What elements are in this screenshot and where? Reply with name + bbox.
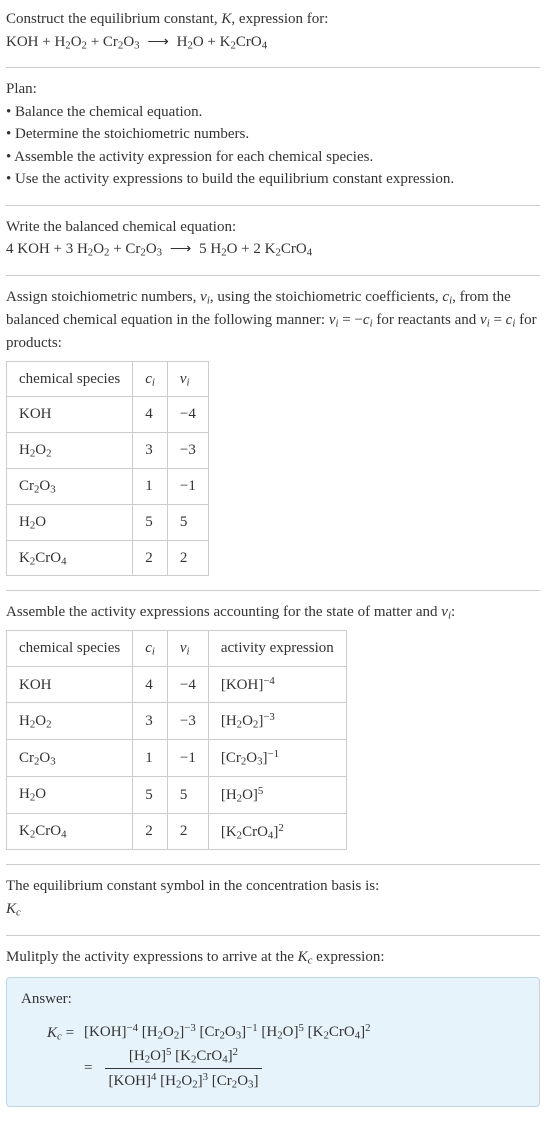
table-row: KOH4−4[KOH]−4 (7, 667, 347, 703)
table-header-row: chemical species ci νi activity expressi… (7, 631, 347, 667)
fraction-numerator: [H2O]5 [K2CrO4]2 (105, 1044, 263, 1069)
balanced-section: Write the balanced chemical equation: 4 … (6, 205, 540, 275)
table-row: K2CrO422[K2CrO4]2 (7, 813, 347, 850)
plan-heading: Plan: (6, 78, 540, 101)
balanced-heading: Write the balanced chemical equation: (6, 216, 540, 239)
page: Construct the equilibrium constant, K, e… (0, 0, 546, 1141)
col-ci: ci (133, 361, 168, 397)
col-vi: νi (167, 361, 208, 397)
intro-line1: Construct the equilibrium constant, K, e… (6, 8, 540, 31)
multiply-heading: Mulitply the activity expressions to arr… (6, 946, 540, 969)
symbol-section: The equilibrium constant symbol in the c… (6, 864, 540, 934)
activity-heading: Assemble the activity expressions accoun… (6, 601, 540, 624)
kc-expanded: [KOH]−4 [H2O2]−3 [Cr2O3]−1 [H2O]5 [K2CrO… (84, 1020, 371, 1044)
table-row: Cr2O31−1 (7, 468, 209, 504)
kc-expression: Kc = [KOH]−4 [H2O2]−3 [Cr2O3]−1 [H2O]5 [… (47, 1020, 525, 1092)
plan-section: Plan: • Balance the chemical equation. •… (6, 67, 540, 205)
col-activity: activity expression (208, 631, 346, 667)
plan-item: • Use the activity expressions to build … (6, 168, 540, 191)
kc-symbol: Kc = (47, 1020, 74, 1045)
table-row: H2O55[H2O]5 (7, 776, 347, 813)
plan-item: • Determine the stoichiometric numbers. (6, 123, 540, 146)
table-header-row: chemical species ci νi (7, 361, 209, 397)
stoich-section: Assign stoichiometric numbers, νi, using… (6, 275, 540, 590)
col-species: chemical species (7, 631, 133, 667)
table-row: H2O23−3[H2O2]−3 (7, 703, 347, 740)
plan-item: • Assemble the activity expression for e… (6, 146, 540, 169)
intro-section: Construct the equilibrium constant, K, e… (6, 8, 540, 67)
col-ci: ci (133, 631, 168, 667)
symbol-heading: The equilibrium constant symbol in the c… (6, 875, 540, 898)
fraction-denominator: [KOH]4 [H2O2]3 [Cr2O3] (105, 1069, 263, 1093)
intro-equation: KOH + H2O2 + Cr2O3 ⟶ H2O + K2CrO4 (6, 31, 540, 54)
multiply-section: Mulitply the activity expressions to arr… (6, 935, 540, 1122)
activity-table: chemical species ci νi activity expressi… (6, 630, 347, 850)
table-row: Cr2O31−1[Cr2O3]−1 (7, 740, 347, 777)
table-row: K2CrO422 (7, 540, 209, 576)
kc-fraction: = [H2O]5 [K2CrO4]2 [KOH]4 [H2O2]3 [Cr2O3… (84, 1044, 371, 1092)
plan-item: • Balance the chemical equation. (6, 101, 540, 124)
col-vi: νi (167, 631, 208, 667)
stoich-heading: Assign stoichiometric numbers, νi, using… (6, 286, 540, 354)
equals-icon: = (84, 1057, 92, 1080)
answer-label: Answer: (21, 988, 525, 1011)
table-row: KOH4−4 (7, 397, 209, 433)
balanced-equation: 4 KOH + 3 H2O2 + Cr2O3 ⟶ 5 H2O + 2 K2CrO… (6, 238, 540, 261)
table-row: H2O23−3 (7, 432, 209, 468)
symbol-value: Kc (6, 898, 540, 921)
answer-box: Answer: Kc = [KOH]−4 [H2O2]−3 [Cr2O3]−1 … (6, 977, 540, 1108)
table-row: H2O55 (7, 504, 209, 540)
activity-section: Assemble the activity expressions accoun… (6, 590, 540, 864)
stoich-table: chemical species ci νi KOH4−4 H2O23−3 Cr… (6, 361, 209, 577)
col-species: chemical species (7, 361, 133, 397)
